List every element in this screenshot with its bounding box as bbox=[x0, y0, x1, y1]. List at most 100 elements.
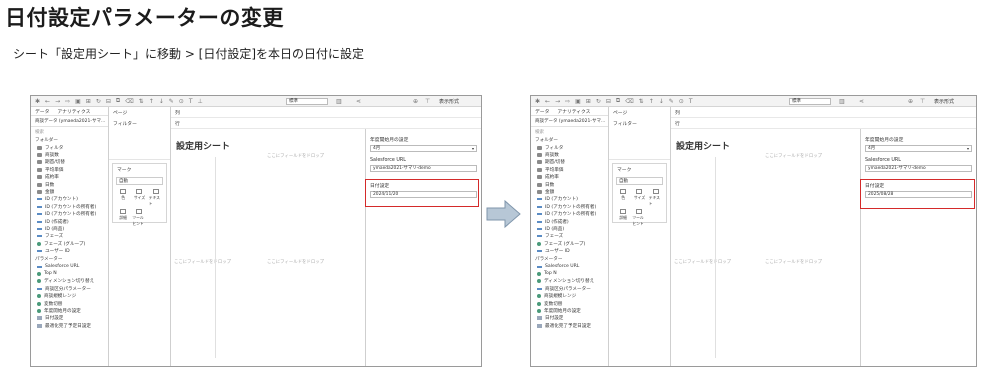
folder-item[interactable]: 成約率 bbox=[31, 174, 108, 181]
tab-analytics[interactable]: アナリティクス bbox=[57, 108, 90, 115]
parameter-item[interactable]: Salesforce URL bbox=[31, 263, 108, 270]
parameter-item[interactable]: 変数切替 bbox=[31, 300, 108, 307]
tooltip-button[interactable]: ツールヒント bbox=[132, 209, 146, 227]
field-item[interactable]: ID (作成者) bbox=[31, 218, 108, 225]
folder-item[interactable]: 日数 bbox=[531, 181, 608, 188]
field-item[interactable]: ID (アカウント) bbox=[31, 196, 108, 203]
folder-item[interactable]: 平均単価 bbox=[31, 166, 108, 173]
field-search[interactable]: 検索 bbox=[31, 127, 108, 136]
field-item[interactable]: ID (作成者) bbox=[531, 218, 608, 225]
field-item[interactable]: ID (アカウントの所有者) bbox=[31, 203, 108, 210]
device-icon[interactable]: ⊤ bbox=[425, 98, 430, 105]
field-item[interactable]: ユーザー ID bbox=[531, 247, 608, 254]
fit-select[interactable]: 標準 bbox=[286, 98, 328, 105]
sort-desc-icon[interactable]: ↓ bbox=[159, 98, 164, 105]
parameter-item[interactable]: 日付設定 bbox=[31, 315, 108, 322]
new-datasource-icon[interactable]: ⊞ bbox=[586, 98, 591, 105]
show-me-button[interactable]: 表示形式 bbox=[439, 98, 459, 105]
presentation-icon[interactable]: ⊕ bbox=[908, 98, 913, 105]
parameter-item[interactable]: 年度開始月の設定 bbox=[31, 307, 108, 314]
redo-icon[interactable]: ⇨ bbox=[565, 98, 570, 105]
size-button[interactable]: サイズ bbox=[132, 189, 146, 207]
fiscal-month-select[interactable]: 4月 ▾ bbox=[865, 145, 972, 152]
detail-button[interactable]: 詳細 bbox=[116, 209, 130, 227]
sort-asc-icon[interactable]: ↑ bbox=[649, 98, 654, 105]
drop-zone-rows[interactable]: ここにフィールドをドロップ bbox=[174, 259, 231, 265]
fit-select[interactable]: 標準 bbox=[789, 98, 831, 105]
field-item[interactable]: フェーズ bbox=[531, 233, 608, 240]
rows-shelf[interactable]: 行 bbox=[171, 118, 481, 129]
filters-card[interactable]: フィルター bbox=[609, 118, 670, 160]
parameter-item[interactable]: 変数切替 bbox=[531, 300, 608, 307]
field-item[interactable]: ID (商品) bbox=[31, 225, 108, 232]
drop-zone-view[interactable]: ここにフィールドをドロップ bbox=[267, 259, 324, 265]
field-search[interactable]: 検索 bbox=[531, 127, 608, 136]
datasource-name[interactable]: 商談データ (ymaeda2021-サマ... bbox=[531, 116, 608, 127]
pin-icon[interactable]: ⊥ bbox=[198, 98, 203, 105]
back-icon[interactable]: ← bbox=[545, 98, 550, 105]
folder-item[interactable]: 商談数 bbox=[31, 151, 108, 158]
presentation-icon[interactable]: ⊕ bbox=[413, 98, 418, 105]
filters-card[interactable]: フィルター bbox=[109, 118, 170, 160]
folder-item[interactable]: 期首/切替 bbox=[31, 159, 108, 166]
drop-zone-columns[interactable]: ここにフィールドをドロップ bbox=[765, 153, 822, 159]
folder-item[interactable]: 金額 bbox=[531, 188, 608, 195]
save-icon[interactable]: ▣ bbox=[575, 98, 581, 105]
salesforce-url-input[interactable]: ymaeda2021-サマリ-demo bbox=[370, 165, 477, 172]
share-icon[interactable]: ⋖ bbox=[356, 98, 361, 105]
folder-item[interactable]: 商談数 bbox=[531, 151, 608, 158]
new-sheet-icon[interactable]: ⊟ bbox=[106, 98, 111, 105]
drop-zone-columns[interactable]: ここにフィールドをドロップ bbox=[267, 153, 324, 159]
tab-analytics[interactable]: アナリティクス bbox=[557, 108, 590, 115]
save-icon[interactable]: ▣ bbox=[75, 98, 81, 105]
folder-item[interactable]: 金額 bbox=[31, 188, 108, 195]
folder-item[interactable]: 成約率 bbox=[531, 174, 608, 181]
folder-item[interactable]: フィルタ bbox=[531, 144, 608, 151]
parameter-item[interactable]: 最適化完了予定日設定 bbox=[31, 322, 108, 329]
share-icon[interactable]: ⋖ bbox=[859, 98, 864, 105]
salesforce-url-input[interactable]: ymaeda2021-サマリ-demo bbox=[865, 165, 972, 172]
parameter-item[interactable]: 商談区分パラメーター bbox=[531, 285, 608, 292]
columns-shelf[interactable]: 列 bbox=[671, 107, 976, 118]
columns-shelf[interactable]: 列 bbox=[171, 107, 481, 118]
parameter-item[interactable]: 商談区分パラメーター bbox=[31, 285, 108, 292]
parameter-item[interactable]: 最適化完了予定日設定 bbox=[531, 322, 608, 329]
device-icon[interactable]: ⊤ bbox=[920, 98, 925, 105]
duplicate-icon[interactable]: ⧉ bbox=[616, 97, 620, 105]
parameter-item[interactable]: 年度開始月の設定 bbox=[531, 307, 608, 314]
size-button[interactable]: サイズ bbox=[632, 189, 646, 207]
group-icon[interactable]: ⊙ bbox=[179, 98, 184, 105]
clear-icon[interactable]: ⌫ bbox=[625, 98, 633, 105]
view-area[interactable]: 設定用シート ここにフィールドをドロップ ここにフィールドをドロップ ここにフィ… bbox=[171, 129, 366, 366]
field-item[interactable]: ユーザー ID bbox=[31, 247, 108, 254]
parameter-item[interactable]: Top N bbox=[531, 270, 608, 277]
sort-desc-icon[interactable]: ↓ bbox=[659, 98, 664, 105]
label-icon[interactable]: T bbox=[689, 98, 693, 105]
folder-item[interactable]: フィルタ bbox=[31, 144, 108, 151]
detail-button[interactable]: 詳細 bbox=[616, 209, 630, 227]
label-icon[interactable]: T bbox=[189, 98, 193, 105]
highlight-icon[interactable]: ✎ bbox=[669, 98, 674, 105]
text-button[interactable]: テキスト bbox=[149, 189, 163, 207]
folder-item[interactable]: 日数 bbox=[31, 181, 108, 188]
parameter-item[interactable]: 日付設定 bbox=[531, 315, 608, 322]
new-sheet-icon[interactable]: ⊟ bbox=[606, 98, 611, 105]
view-area[interactable]: 設定用シート ここにフィールドをドロップ ここにフィールドをドロップ ここにフィ… bbox=[671, 129, 861, 366]
clear-icon[interactable]: ⌫ bbox=[125, 98, 133, 105]
tab-data[interactable]: データ bbox=[35, 108, 49, 115]
duplicate-icon[interactable]: ⧉ bbox=[116, 97, 120, 105]
new-datasource-icon[interactable]: ⊞ bbox=[86, 98, 91, 105]
field-item[interactable]: ID (アカウント) bbox=[531, 196, 608, 203]
rows-shelf[interactable]: 行 bbox=[671, 118, 976, 129]
parameter-item[interactable]: ディメンション切り替え bbox=[31, 278, 108, 285]
sort-asc-icon[interactable]: ↑ bbox=[149, 98, 154, 105]
group-icon[interactable]: ⊙ bbox=[679, 98, 684, 105]
parameter-item[interactable]: 商談規模レンジ bbox=[31, 292, 108, 299]
folder-item[interactable]: 期首/切替 bbox=[531, 159, 608, 166]
chart-icon[interactable]: ▥ bbox=[839, 98, 845, 105]
datasource-name[interactable]: 商談データ (ymaeda2021-サマ... bbox=[31, 116, 108, 127]
field-item[interactable]: フェーズ (グループ) bbox=[531, 240, 608, 247]
forward-icon[interactable]: → bbox=[55, 98, 60, 105]
color-button[interactable]: 色 bbox=[616, 189, 630, 207]
field-item[interactable]: ID (アカウントの所有者) bbox=[31, 211, 108, 218]
